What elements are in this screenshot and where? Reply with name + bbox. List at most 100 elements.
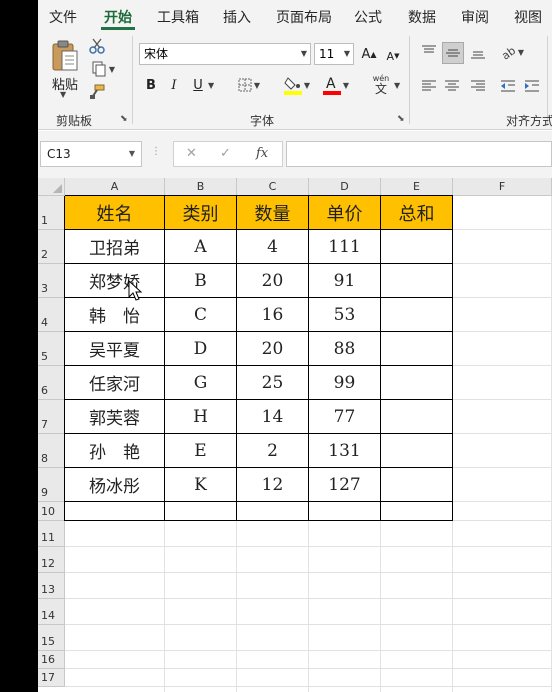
underline-button[interactable]: U xyxy=(191,76,205,94)
table-header-cell[interactable]: 类别 xyxy=(165,196,237,230)
table-cell[interactable]: 4 xyxy=(237,230,309,264)
row-header[interactable]: 11 xyxy=(38,521,65,547)
table-cell[interactable]: C xyxy=(165,298,237,332)
clipboard-launcher-icon[interactable]: ⬊ xyxy=(120,114,130,124)
paste-dropdown-arrow[interactable]: ▼ xyxy=(60,90,66,99)
table-cell[interactable]: 131 xyxy=(309,434,381,468)
table-cell[interactable]: D xyxy=(165,332,237,366)
phonetic-dropdown-arrow[interactable]: ▼ xyxy=(394,81,400,90)
table-cell[interactable]: 25 xyxy=(237,366,309,400)
row-header[interactable]: 3 xyxy=(38,264,65,298)
phonetic-guide-icon[interactable]: wén 文 xyxy=(364,74,398,96)
fill-color-icon[interactable]: ▼ xyxy=(280,74,314,96)
column-header[interactable]: C xyxy=(237,178,309,196)
enter-icon[interactable]: ✓ xyxy=(220,146,231,161)
tab-page-layout[interactable]: 页面布局 xyxy=(276,7,332,27)
tab-file[interactable]: 文件 xyxy=(49,7,77,27)
increase-indent-icon[interactable] xyxy=(522,76,542,96)
decrease-font-size-icon[interactable]: A ▼ xyxy=(384,46,402,66)
row-header[interactable]: 17 xyxy=(38,669,65,687)
table-cell[interactable]: 任家河 xyxy=(65,366,165,400)
table-cell[interactable]: 14 xyxy=(237,400,309,434)
table-cell[interactable]: 郭芙蓉 xyxy=(65,400,165,434)
row-header[interactable]: 5 xyxy=(38,332,65,366)
table-cell[interactable]: 卫招弟 xyxy=(65,230,165,264)
column-header[interactable]: B xyxy=(165,178,237,196)
table-cell[interactable]: 孙 艳 xyxy=(65,434,165,468)
font-name-select[interactable]: 宋体 ▼ xyxy=(139,43,311,65)
table-cell[interactable]: 12 xyxy=(237,468,309,502)
table-cell[interactable]: 20 xyxy=(237,264,309,298)
decrease-indent-icon[interactable] xyxy=(498,76,518,96)
format-painter-icon[interactable] xyxy=(88,84,106,100)
copy-icon[interactable]: ▼ xyxy=(88,61,118,77)
select-all-button[interactable] xyxy=(38,178,65,196)
font-size-select[interactable]: 11 ▼ xyxy=(314,43,354,65)
table-cell[interactable]: 53 xyxy=(309,298,381,332)
table-cell[interactable] xyxy=(381,434,453,468)
font-launcher-icon[interactable]: ⬊ xyxy=(397,114,407,124)
tab-view[interactable]: 视图 xyxy=(514,7,542,27)
table-cell[interactable]: 99 xyxy=(309,366,381,400)
row-header[interactable]: 7 xyxy=(38,400,65,434)
table-cell[interactable]: 91 xyxy=(309,264,381,298)
row-header[interactable]: 2 xyxy=(38,230,65,264)
table-cell[interactable] xyxy=(381,502,453,521)
orientation-icon[interactable]: ab ▼ xyxy=(496,42,528,62)
row-header[interactable]: 15 xyxy=(38,625,65,651)
table-cell[interactable] xyxy=(237,502,309,521)
table-cell[interactable]: 111 xyxy=(309,230,381,264)
cut-icon[interactable] xyxy=(88,38,106,54)
align-center-icon[interactable] xyxy=(442,76,462,96)
row-header[interactable]: 6 xyxy=(38,366,65,400)
table-cell[interactable]: 吴平夏 xyxy=(65,332,165,366)
column-header[interactable]: E xyxy=(381,178,453,196)
table-cell[interactable] xyxy=(381,366,453,400)
table-header-cell[interactable]: 总和 xyxy=(381,196,453,230)
table-cell[interactable]: B xyxy=(165,264,237,298)
increase-font-size-icon[interactable]: A ▲ xyxy=(360,44,378,64)
tab-review[interactable]: 审阅 xyxy=(461,7,489,27)
align-top-icon[interactable] xyxy=(419,42,439,62)
align-right-icon[interactable] xyxy=(468,76,488,96)
table-cell[interactable]: 127 xyxy=(309,468,381,502)
table-cell[interactable]: A xyxy=(165,230,237,264)
row-header[interactable]: 1 xyxy=(38,196,65,230)
row-header[interactable]: 8 xyxy=(38,434,65,468)
table-header-cell[interactable]: 姓名 xyxy=(65,196,165,230)
table-cell[interactable] xyxy=(165,502,237,521)
column-header[interactable]: F xyxy=(453,178,552,196)
tab-home[interactable]: 开始 xyxy=(104,7,132,27)
italic-button[interactable]: I xyxy=(167,76,181,94)
row-header[interactable]: 10 xyxy=(38,502,65,521)
table-cell[interactable]: K xyxy=(165,468,237,502)
table-cell[interactable] xyxy=(309,502,381,521)
table-cell[interactable]: 2 xyxy=(237,434,309,468)
column-header[interactable]: A xyxy=(65,178,165,196)
formula-input[interactable] xyxy=(286,141,552,167)
insert-function-icon[interactable]: fx xyxy=(256,146,268,161)
table-cell[interactable]: 20 xyxy=(237,332,309,366)
table-cell[interactable] xyxy=(381,400,453,434)
borders-icon[interactable]: ▼ xyxy=(234,76,264,94)
cancel-icon[interactable]: ✕ xyxy=(186,146,197,161)
tab-formulas[interactable]: 公式 xyxy=(354,7,382,27)
align-left-icon[interactable] xyxy=(419,76,439,96)
table-cell[interactable]: 77 xyxy=(309,400,381,434)
row-header[interactable]: 16 xyxy=(38,651,65,669)
row-header[interactable]: 9 xyxy=(38,468,65,502)
row-header[interactable]: 12 xyxy=(38,547,65,573)
align-middle-icon[interactable] xyxy=(442,42,464,64)
table-cell[interactable]: 88 xyxy=(309,332,381,366)
tab-insert[interactable]: 插入 xyxy=(223,7,251,27)
font-color-icon[interactable]: A ▼ xyxy=(320,74,352,96)
table-cell[interactable]: H xyxy=(165,400,237,434)
table-header-cell[interactable]: 数量 xyxy=(237,196,309,230)
table-cell[interactable]: 郑梦娇 xyxy=(65,264,165,298)
formula-bar-splitter[interactable]: ⋮ xyxy=(151,146,162,157)
table-cell[interactable] xyxy=(381,468,453,502)
tab-toolbox[interactable]: 工具箱 xyxy=(157,7,199,27)
table-cell[interactable] xyxy=(381,332,453,366)
table-cell[interactable]: G xyxy=(165,366,237,400)
row-header[interactable]: 4 xyxy=(38,298,65,332)
